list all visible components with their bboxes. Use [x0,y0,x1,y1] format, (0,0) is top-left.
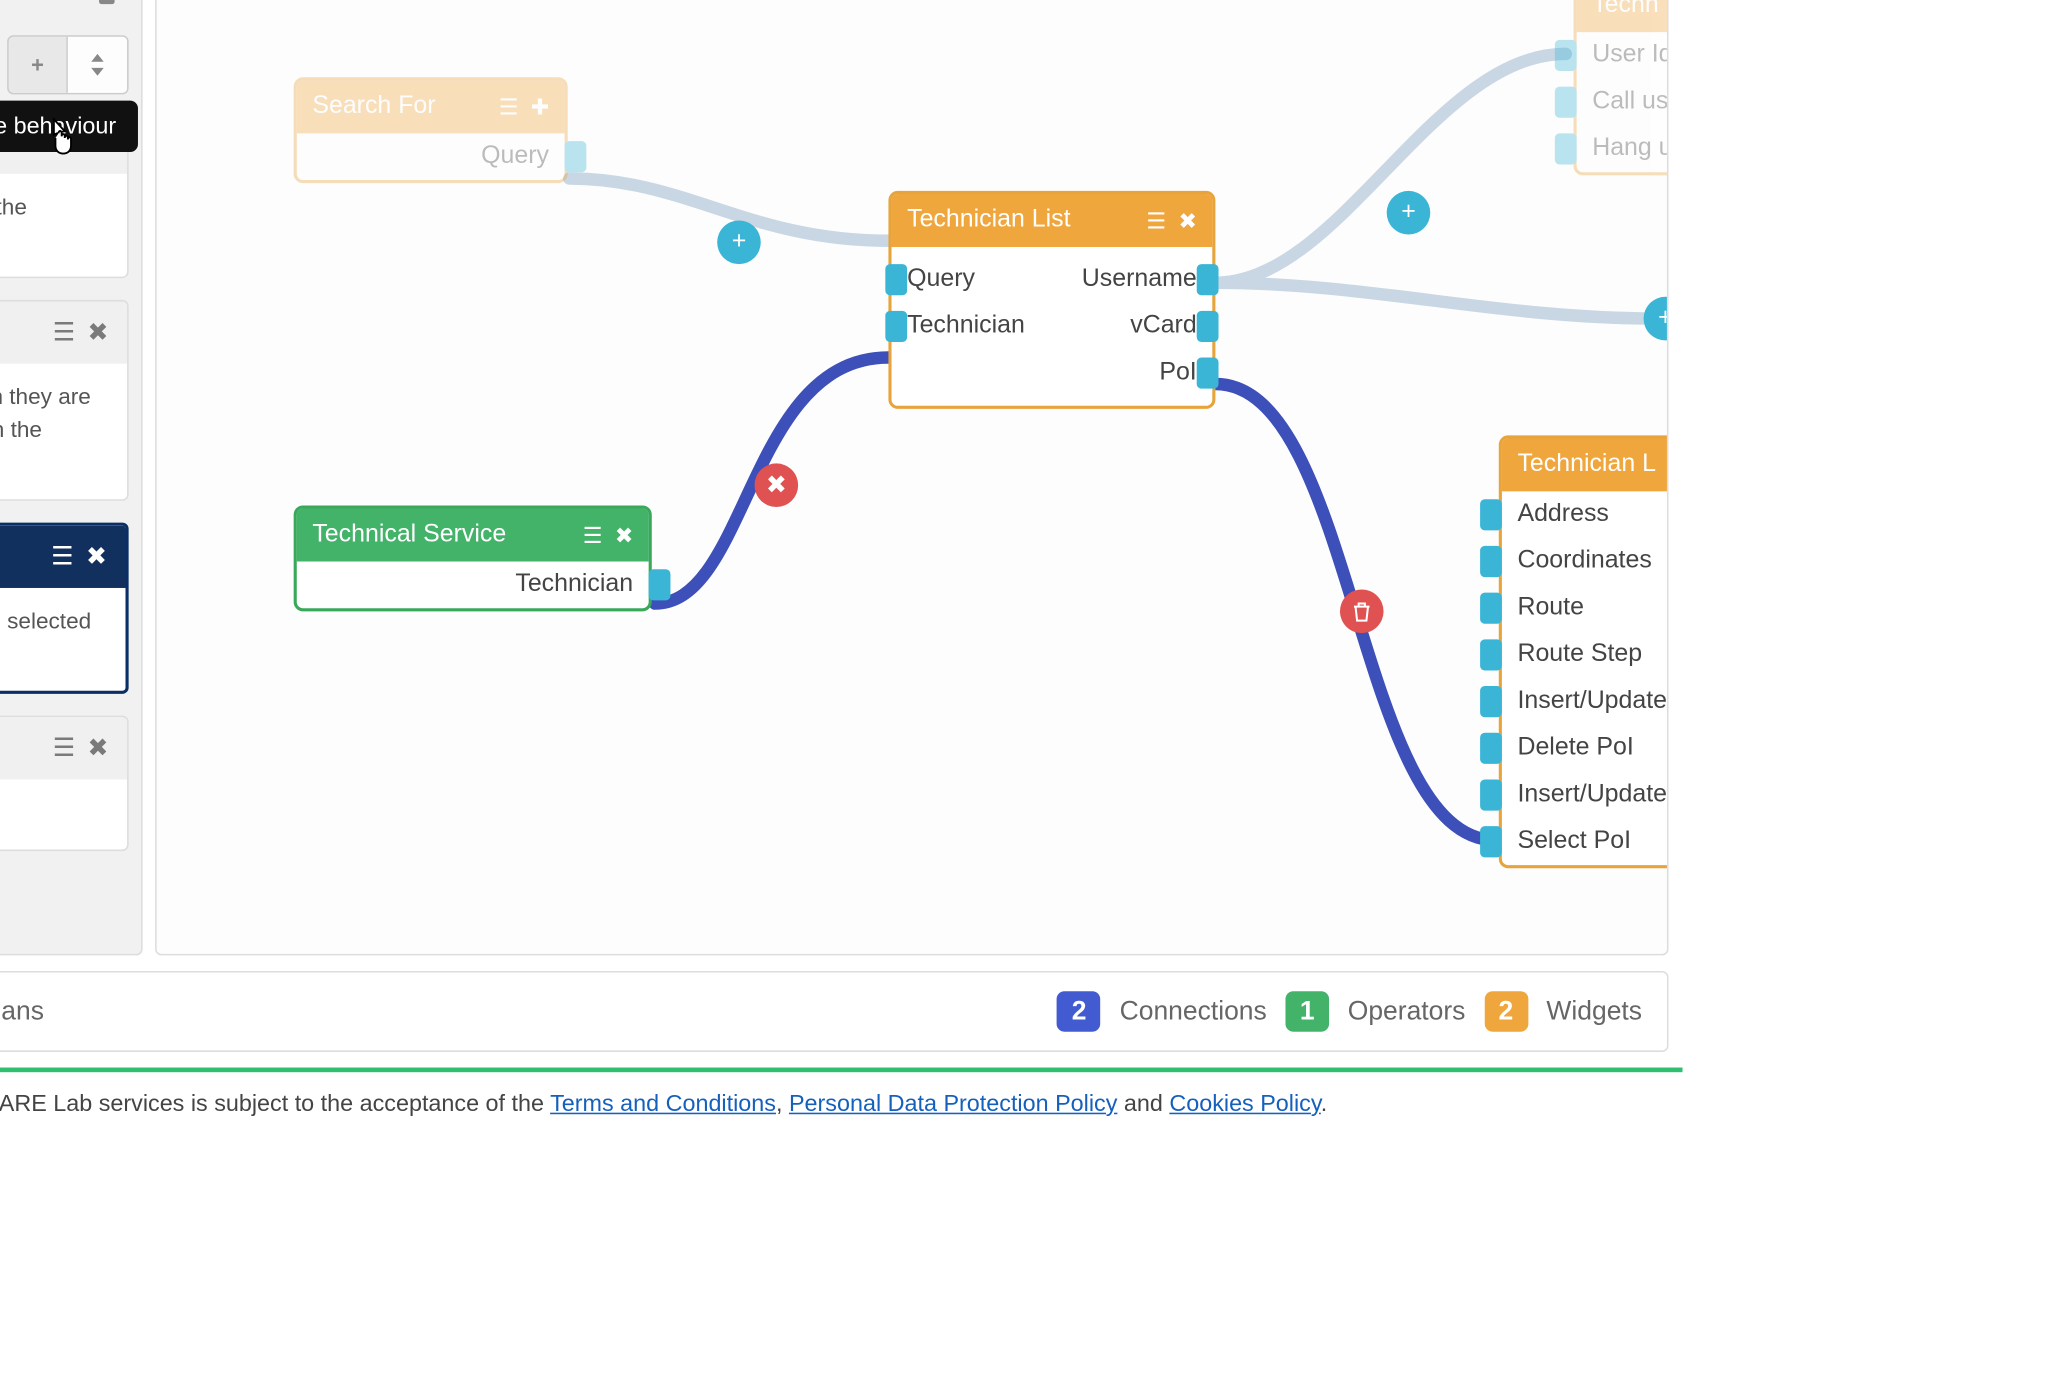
close-icon[interactable]: ✖ [86,541,107,572]
menu-icon[interactable]: ☰ [499,94,519,120]
node-title: Technician L [1517,451,1668,479]
node-search-for[interactable]: Search For ☰ ✚ Query [294,77,568,183]
link-terms[interactable]: Terms and Conditions [550,1091,776,1117]
output-port-technician[interactable]: Technician [297,561,649,608]
menu-icon[interactable]: ☰ [53,733,75,764]
input-port-route[interactable]: Route [1502,585,1669,632]
behaviour-body: Display technician profiles when they ar… [0,364,127,500]
input-port-hangup[interactable]: Hang u [1577,126,1669,173]
close-icon[interactable]: ✖ [1178,207,1196,233]
behaviour-body: Show the current location of the selecte… [0,588,126,691]
behaviour-title: Locate technicians [0,543,39,571]
menu-icon[interactable]: ☰ [53,317,75,348]
sidebar-actions: + Create behaviour [0,35,129,94]
node-technical-service[interactable]: Technical Service ☰ ✖ Technician [294,505,652,611]
behaviour-action-pill: + [7,35,128,94]
input-port-address[interactable]: Address [1502,491,1669,538]
behaviour-body: Find a technician by a name at the techn… [0,174,127,277]
delete-connection-button[interactable]: ✖ [755,463,799,507]
divider [0,1068,1683,1073]
reorder-behaviours-button[interactable] [68,37,127,93]
output-port-username[interactable]: Username [1052,256,1197,303]
behaviour-card-selected[interactable]: Locate technicians ☰ ✖ Show the current lo… [0,523,129,694]
operators-count: 1 [1285,991,1329,1031]
output-port-query[interactable]: Query [297,133,565,180]
behaviour-title: Call a technician [0,734,40,762]
status-current: Locate technicians [0,996,44,1027]
delete-connection-button[interactable] [1340,590,1384,634]
create-behaviour-tooltip: Create behaviour [0,101,138,152]
input-port-calluser[interactable]: Call use [1577,79,1669,126]
unlock-icon[interactable] [94,0,119,13]
widgets-label: Widgets [1546,996,1642,1027]
input-port-userid[interactable]: User Id [1577,32,1669,79]
link-cookies[interactable]: Cookies Policy [1169,1091,1320,1117]
connections-count: 2 [1057,991,1101,1031]
close-icon[interactable]: ✖ [615,522,633,548]
create-behaviour-button[interactable]: + [9,37,68,93]
close-icon[interactable]: ✖ [88,733,109,764]
footer: 2016 © FIWARE. The use of FIWARE Lab ser… [0,1091,1683,1139]
input-port-insertupdate2[interactable]: Insert/Update [1502,772,1669,819]
input-port-selectpoi[interactable]: Select PoI [1502,818,1669,865]
wiring-canvas[interactable]: Search For ☰ ✚ Query Technician List ☰ ✖ Que… [155,0,1668,955]
operators-label: Operators [1348,996,1466,1027]
node-title: Technician List [907,207,1134,235]
widgets-count: 2 [1484,991,1528,1031]
add-connection-button[interactable]: + [1387,191,1431,235]
close-icon[interactable]: ✖ [88,317,109,348]
add-icon[interactable]: ✚ [531,94,549,120]
menu-icon[interactable]: ☰ [1146,207,1166,233]
status-bar: Behaviour: Locate technicians 2 Connecti… [0,971,1668,1052]
behaviour-card[interactable]: Call a technician ☰ ✖ Make a videocall to … [0,716,129,851]
sidebar-title-row: Behaviours [0,0,129,35]
connections-label: Connections [1120,996,1267,1027]
node-technician-location[interactable]: Technician L Address Coordinates Route R… [1499,435,1669,868]
input-port-insertupdate1[interactable]: Insert/Update [1502,678,1669,725]
node-title: Technical Service [312,521,570,549]
behaviour-title: Display technician profile [0,319,40,347]
add-connection-button[interactable]: + [717,221,761,265]
input-port-deletepoi[interactable]: Delete PoI [1502,725,1669,772]
behaviours-sidebar: Behaviours + Create behaviour Allow tech… [0,0,143,955]
input-port-coordinates[interactable]: Coordinates [1502,538,1669,585]
input-port-query[interactable]: Query [907,256,1052,303]
menu-icon[interactable]: ☰ [583,522,603,548]
behaviour-card[interactable]: Display technician profile ☰ ✖ Display tec… [0,300,129,501]
node-technician-side[interactable]: Techn User Id Call use Hang u [1574,0,1669,175]
trash-icon [1352,600,1371,622]
output-port-vcard[interactable]: vCard [1052,303,1197,350]
node-title: Search For [312,93,486,121]
input-port-routestep[interactable]: Route Step [1502,632,1669,679]
link-privacy[interactable]: Personal Data Protection Policy [789,1091,1117,1117]
input-port-technician[interactable]: Technician [907,303,1052,350]
menu-icon[interactable]: ☰ [51,541,73,572]
add-connection-button[interactable]: + [1644,297,1669,341]
output-port-poi[interactable]: PoI [1052,350,1197,397]
node-technician-list[interactable]: Technician List ☰ ✖ Query Technician Usern… [888,191,1215,409]
behaviour-body: Make a videocall to a selected [0,780,127,850]
node-title: Techn [1592,0,1668,20]
